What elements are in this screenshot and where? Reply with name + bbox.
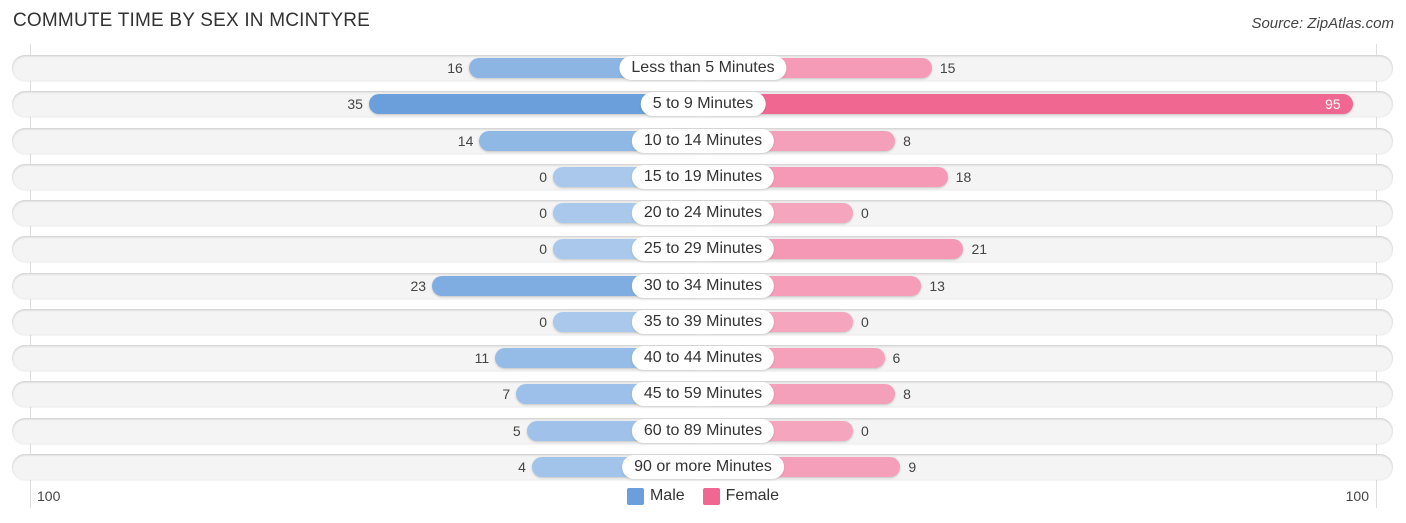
legend-label-male: Male	[649, 487, 685, 504]
male-value-label: 0	[539, 313, 547, 330]
category-label: 90 or more Minutes	[622, 454, 784, 479]
male-swatch	[626, 487, 644, 505]
female-value-label: 15	[939, 60, 956, 76]
male-value-label: 35	[347, 96, 363, 113]
male-value-label: 23	[410, 277, 427, 294]
female-value-label: 6	[892, 350, 901, 366]
male-value-label: 0	[539, 241, 547, 258]
category-label: 40 to 44 Minutes	[631, 346, 775, 370]
chart-title: COMMUTE TIME BY SEX IN MCINTYRE	[13, 10, 371, 31]
female-bar[interactable]	[703, 94, 1353, 115]
female-value-label: 0	[861, 313, 869, 330]
category-label: 30 to 34 Minutes	[631, 273, 775, 298]
category-label: 20 to 24 Minutes	[631, 201, 775, 225]
female-value-label: 8	[903, 132, 911, 149]
female-value-label: 0	[861, 205, 869, 221]
male-value-label: 5	[512, 422, 521, 439]
category-label: 5 to 9 Minutes	[640, 92, 766, 117]
category-label: 15 to 19 Minutes	[631, 164, 775, 189]
female-value-label: 9	[908, 458, 917, 475]
legend-label-female: Female	[725, 487, 780, 504]
male-value-label: 0	[539, 205, 547, 221]
male-value-label: 0	[539, 168, 547, 185]
female-value-label: 18	[955, 168, 972, 185]
female-value-label: 0	[861, 422, 869, 439]
source-label: Source: ZipAtlas.com	[1251, 15, 1394, 32]
male-value-label: 14	[457, 132, 474, 149]
legend-item-female[interactable]: Female	[702, 487, 780, 505]
female-value-label: 13	[929, 277, 945, 294]
category-label: 25 to 29 Minutes	[631, 237, 775, 262]
legend: Male Female	[0, 487, 1406, 505]
male-value-label: 4	[518, 458, 526, 475]
male-value-label: 7	[502, 386, 511, 403]
female-swatch	[702, 487, 720, 505]
female-value-label: 95	[1325, 96, 1341, 113]
category-label: 35 to 39 Minutes	[631, 309, 775, 334]
legend-item-male[interactable]: Male	[626, 487, 685, 505]
category-label: 10 to 14 Minutes	[631, 128, 775, 153]
male-value-label: 16	[447, 60, 463, 76]
category-label: 45 to 59 Minutes	[631, 382, 775, 407]
category-label: 60 to 89 Minutes	[631, 418, 775, 443]
male-value-label: 11	[474, 350, 490, 366]
female-value-label: 21	[971, 241, 988, 258]
category-label: Less than 5 Minutes	[619, 56, 787, 80]
female-value-label: 8	[903, 386, 911, 403]
